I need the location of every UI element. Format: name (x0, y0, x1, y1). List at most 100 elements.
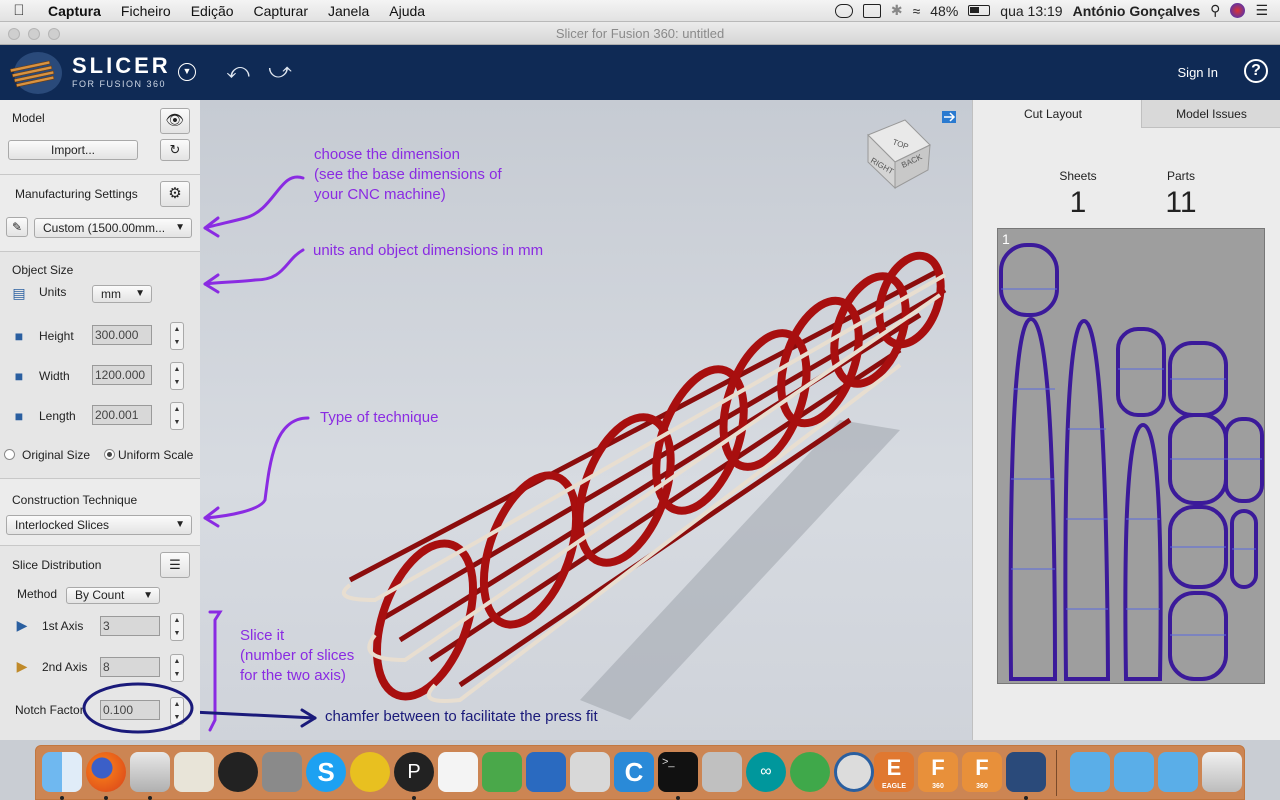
tab-model-issues[interactable]: Model Issues (1141, 100, 1280, 128)
width-stepper[interactable]: ▲ ▼ (170, 362, 184, 390)
redo-icon[interactable]: ⤻ (264, 58, 296, 86)
apple-menu-icon[interactable]:  (0, 2, 38, 19)
undo-icon[interactable]: ⤺ (222, 58, 254, 86)
skype-icon[interactable]: S (306, 752, 346, 792)
object-size-label: Object Size (12, 263, 74, 277)
grapher-icon[interactable] (570, 752, 610, 792)
dock: S P C >_ ∞ E EAGLE F 360 F 360 (35, 745, 1245, 800)
creative-cloud-icon[interactable] (834, 3, 853, 18)
folder-icon-3[interactable] (1158, 752, 1198, 792)
cut-layout-panel: Cut Layout Model Issues Sheets 1 Parts 1… (972, 100, 1280, 740)
menu-janela[interactable]: Janela (318, 3, 379, 19)
slicer-app-icon[interactable] (1006, 752, 1046, 792)
terminal-icon[interactable]: >_ (658, 752, 698, 792)
menu-edicao[interactable]: Edição (181, 3, 244, 19)
zoom-window-button[interactable] (48, 28, 60, 40)
eye-icon[interactable]: 👁 (160, 108, 190, 134)
chevron-down-icon: ▼ (135, 288, 145, 299)
minimize-window-button[interactable] (28, 28, 40, 40)
height-input[interactable]: 300.000 (92, 325, 152, 345)
running-indicator (412, 796, 416, 800)
folder-icon-1[interactable] (1070, 752, 1110, 792)
cut-sheet[interactable]: 1 (997, 228, 1265, 684)
menu-capturar[interactable]: Capturar (244, 3, 318, 19)
manufacturing-select[interactable]: Custom (1500.00mm... ▼ (34, 218, 192, 238)
p3-app-icon[interactable]: P (394, 752, 434, 792)
gear-icon[interactable]: ⚙ (160, 181, 190, 207)
spotlight-search-icon[interactable]: ⚲ (1210, 2, 1220, 19)
construction-select[interactable]: Interlocked Slices ▼ (6, 515, 192, 535)
running-indicator (1024, 796, 1028, 800)
logo-subtitle: FOR FUSION 360 (72, 79, 167, 89)
units-select[interactable]: mm ▼ (92, 285, 152, 303)
calculator-icon[interactable] (262, 752, 302, 792)
sign-in-link[interactable]: Sign In (1178, 65, 1218, 80)
disk-utility-icon[interactable] (834, 752, 874, 792)
first-axis-input[interactable]: 3 (100, 616, 160, 636)
blank-document-icon[interactable] (438, 752, 478, 792)
text-editor-icon[interactable] (174, 752, 214, 792)
tab-cut-layout[interactable]: Cut Layout (973, 100, 1133, 128)
part-3 (1063, 318, 1111, 681)
screenshot-app-icon[interactable] (130, 752, 170, 792)
battery-icon[interactable] (968, 5, 991, 16)
menu-ficheiro[interactable]: Ficheiro (111, 3, 181, 19)
processing-icon[interactable] (350, 752, 390, 792)
view-cube[interactable]: TOP RIGHT BACK (867, 119, 931, 190)
atom-icon[interactable] (790, 752, 830, 792)
refresh-icon[interactable]: ↻ (160, 139, 190, 161)
construction-section: Construction Technique Interlocked Slice… (0, 479, 200, 546)
width-input[interactable]: 1200.000 (92, 365, 152, 385)
annotation-dimension-1: choose the dimension (314, 146, 460, 163)
firefox-icon[interactable] (86, 752, 126, 792)
wifi-icon[interactable]: ≈ (913, 3, 921, 19)
clock[interactable]: qua 13:19 (1000, 3, 1062, 19)
notification-center-icon[interactable]: ☰ (1255, 2, 1268, 19)
arduino-icon[interactable]: ∞ (746, 752, 786, 792)
uniform-scale-radio[interactable] (104, 449, 115, 460)
edit-pencil-icon[interactable]: ✎ (6, 217, 28, 237)
bluetooth-icon[interactable]: ✱ (891, 2, 903, 19)
inkscape-icon[interactable] (218, 752, 258, 792)
fusion360-icon-b[interactable]: F 360 (962, 752, 1002, 792)
length-input[interactable]: 200.001 (92, 405, 152, 425)
menu-ajuda[interactable]: Ajuda (379, 3, 435, 19)
user-name[interactable]: António Gonçalves (1073, 3, 1201, 19)
eagle-icon[interactable]: E EAGLE (874, 752, 914, 792)
height-stepper[interactable]: ▲ ▼ (170, 322, 184, 350)
second-axis-label: 2nd Axis (42, 660, 88, 674)
display-icon[interactable] (862, 3, 881, 18)
3d-viewport[interactable]: TOP RIGHT BACK choose the dimension (see… (200, 100, 972, 740)
close-window-button[interactable] (8, 28, 20, 40)
uniform-scale-label: Uniform Scale (118, 448, 194, 462)
trash-icon[interactable] (1202, 752, 1242, 792)
recycle-app-icon[interactable] (482, 752, 522, 792)
manufacturing-label: Manufacturing Settings (15, 187, 138, 201)
import-button[interactable]: Import... (8, 140, 138, 160)
fusion360-icon-a[interactable]: F 360 (918, 752, 958, 792)
second-axis-input[interactable]: 8 (100, 657, 160, 677)
length-stepper[interactable]: ▲ ▼ (170, 402, 184, 430)
list-options-icon[interactable]: ☰ (160, 552, 190, 578)
siri-icon[interactable] (1230, 3, 1246, 18)
finder-icon[interactable] (42, 752, 82, 792)
menu-app[interactable]: Captura (38, 3, 111, 19)
c-app-icon[interactable]: C (614, 752, 654, 792)
method-label: Method (17, 587, 58, 601)
original-size-radio[interactable] (4, 449, 15, 460)
slicer-logo-icon (9, 52, 62, 94)
method-select[interactable]: By Count ▼ (66, 587, 160, 604)
folder-icon-2[interactable] (1114, 752, 1154, 792)
settings-panel: Model 👁 Import... ↻ Manufacturing Settin… (0, 100, 200, 740)
annotation-units: units and object dimensions in mm (313, 242, 544, 259)
file-menu-dropdown-icon[interactable]: ▼ (178, 63, 196, 81)
chevron-down-icon: ▼ (175, 222, 185, 233)
first-axis-stepper[interactable]: ▲ ▼ (170, 613, 184, 641)
tools-app-icon[interactable] (702, 752, 742, 792)
running-indicator (60, 796, 64, 800)
help-icon[interactable]: ? (1244, 59, 1268, 83)
video-editor-icon[interactable] (526, 752, 566, 792)
second-axis-stepper[interactable]: ▲ ▼ (170, 654, 184, 682)
annotation-slice-3: for the two axis) (240, 667, 346, 684)
object-size-section: Object Size ▤ Units mm ▼ ■ Height 300.00… (0, 252, 200, 479)
